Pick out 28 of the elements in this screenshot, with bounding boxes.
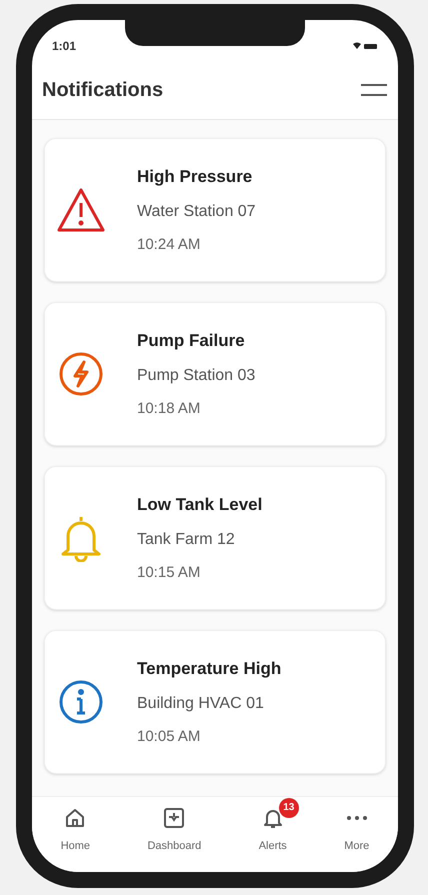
notification-card[interactable]: Temperature High Building HVAC 01 10:05 AM [44, 630, 386, 774]
nav-tab[interactable]: Dashboard [135, 798, 214, 854]
notification-time: 10:24 AM [137, 234, 202, 254]
wifi-battery-icon [352, 41, 378, 51]
notification-time: 10:15 AM [137, 562, 202, 582]
notification-card[interactable]: High Pressure Water Station 07 10:24 AM [44, 138, 386, 282]
home-icon [64, 806, 86, 828]
notification-title: Pump Failure [137, 330, 246, 352]
notification-source: Pump Station 03 [137, 366, 256, 386]
menu-icon[interactable] [360, 82, 388, 96]
nav-tab[interactable]: Home [48, 798, 102, 854]
notification-source: Water Station 07 [137, 202, 256, 222]
status-time: 1:01 [52, 38, 76, 55]
notification-title: Low Tank Level [137, 494, 262, 516]
more-icon [346, 814, 368, 820]
notification-title: Temperature High [137, 658, 282, 680]
nav-tab[interactable]: More [332, 798, 382, 854]
notification-source: Tank Farm 12 [137, 530, 236, 550]
nav-tab[interactable]: Alerts 13 [246, 798, 299, 854]
notification-title: High Pressure [137, 166, 254, 188]
notification-source: Building HVAC 01 [137, 694, 265, 714]
notification-card[interactable]: Pump Failure Pump Station 03 10:18 AM [44, 302, 386, 446]
notification-card[interactable]: Low Tank Level Tank Farm 12 10:15 AM [44, 466, 386, 610]
dashboard-icon [163, 806, 186, 828]
notification-time: 10:18 AM [137, 398, 202, 418]
notification-count-badge: 13 [278, 798, 299, 818]
notification-time: 10:05 AM [137, 726, 202, 746]
screen-title: Notifications [42, 78, 164, 102]
